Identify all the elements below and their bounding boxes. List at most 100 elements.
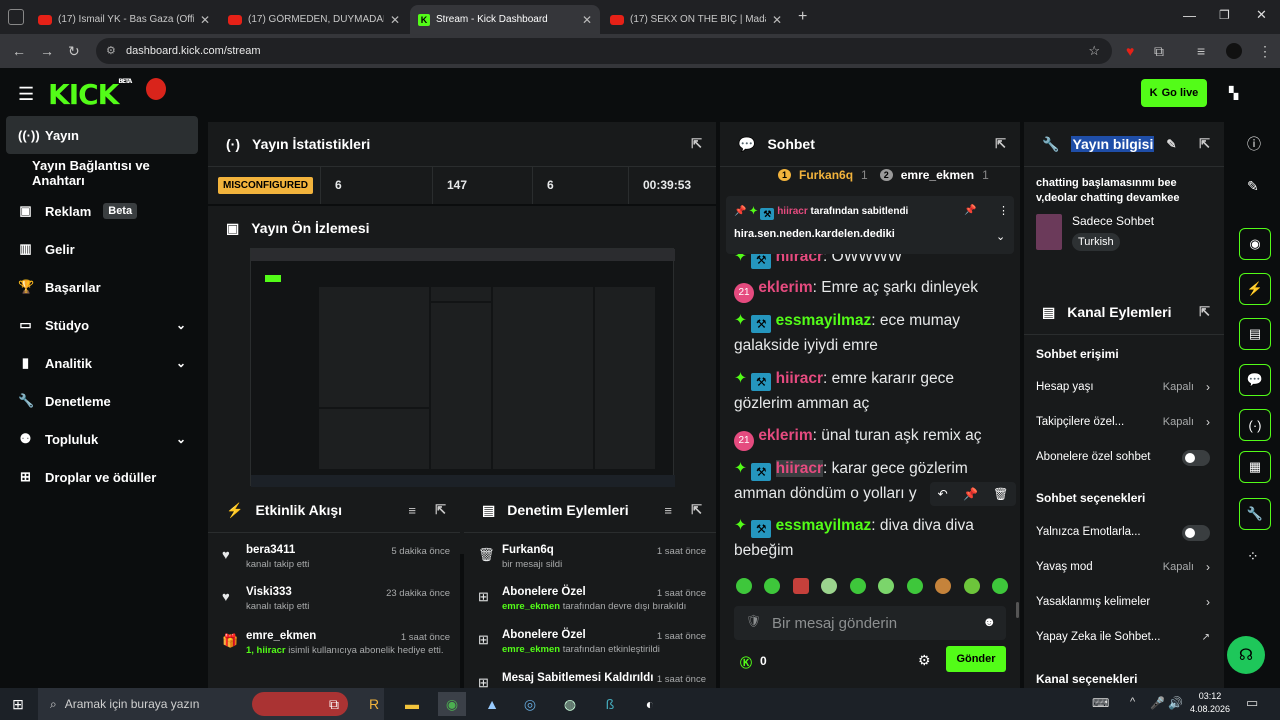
chat-message[interactable]: 21 eklerim: ünal turan aşk remix aç [734,423,1004,451]
emote-icon[interactable] [849,578,866,594]
unpin-icon[interactable]: 📌 [964,205,976,216]
minimize-icon[interactable]: — [1183,8,1196,23]
sidebar-item-reklam[interactable]: ▣ Reklam Beta [0,192,204,230]
windows-start-icon[interactable]: ⊞ [4,692,32,716]
chevron-down-icon[interactable]: ⌄ [996,230,1005,243]
keyboard-icon[interactable]: ⌨ [1092,696,1109,710]
emote-icon[interactable] [906,578,923,594]
popout-icon[interactable]: ⇱ [691,136,702,152]
chrome-icon[interactable]: ◉ [438,692,466,716]
chat-scrollbar[interactable] [1016,602,1019,618]
popout-icon[interactable]: ⇱ [691,502,702,518]
stream-preview-video[interactable] [250,248,675,487]
popout-icon[interactable]: ⇱ [1199,304,1210,320]
close-icon[interactable]: ✕ [772,13,782,27]
chat-username[interactable]: essmayilmaz [776,517,872,534]
back-icon[interactable]: ← [12,43,26,59]
sidebar-item-studyo[interactable]: ▭ Stüdyo ⌄ [0,306,204,344]
support-headset-icon[interactable]: ☊ [1227,636,1265,674]
close-icon[interactable]: ✕ [582,13,592,27]
rail-broadcast-button[interactable]: (·) [1239,409,1271,441]
emote-icon[interactable] [736,578,752,594]
chat-username[interactable]: hiiracr [775,460,824,477]
sidebar-item-basarilar[interactable]: 🏆 Başarılar [0,268,204,306]
send-button[interactable]: Gönder [946,646,1006,672]
apps-icon[interactable]: ⁘ [1247,548,1259,565]
sidebar-item-gelir[interactable]: ▥ Gelir [0,230,204,268]
emote-icon[interactable] [878,578,895,594]
emote-icon[interactable] [991,578,1008,594]
notifications-icon[interactable]: ▭ [1246,695,1258,711]
chat-message[interactable]: ✦ ⚒ hiiracr: emre kararır gece gözlerim … [734,366,1004,416]
gear-icon[interactable]: ⚙ [918,652,931,669]
reply-icon[interactable]: ↶ [938,487,948,501]
top-chatter[interactable]: emre_ekmen [901,168,974,182]
more-options-icon[interactable]: ⋮ [998,204,1009,217]
chat-message[interactable]: 21 eklerim: Emre aç şarkı dinleyek [734,275,1004,303]
popout-icon[interactable]: ⇱ [435,502,446,518]
close-icon[interactable]: ✕ [390,13,400,27]
app-icon[interactable]: ▲ [478,692,506,716]
sidebar-item-stream-key[interactable]: Yayın Bağlantısı ve Anahtarı [0,154,204,192]
tab-search-icon[interactable] [8,9,24,25]
new-tab-icon[interactable]: + [798,8,807,26]
browser-tab-active[interactable]: K Stream - Kick Dashboard ✕ [410,5,600,34]
setting-ai-moderation[interactable]: Yapay Zeka ile Sohbet... ↗ [1036,631,1212,643]
sidebar-item-analitik[interactable]: ▮ Analitik ⌄ [0,344,204,382]
info-icon[interactable]: ⓘ [1247,134,1261,154]
chat-input[interactable]: 🛡 Bir mesaj gönderin ☻ [734,606,1006,640]
chat-username[interactable]: hiiracr [776,370,823,387]
address-bar[interactable]: ⚙ dashboard.kick.com/stream ☆ [96,38,1112,64]
pinned-by-user[interactable]: hiiracr [777,206,808,217]
language-tag[interactable]: Turkish [1072,233,1120,251]
sidebar-item-topluluk[interactable]: ⚉ Topluluk ⌄ [0,420,204,458]
sidebar-item-droplar[interactable]: ⊞ Droplar ve ödüller [0,458,204,496]
forward-icon[interactable]: → [40,43,54,59]
gift-recipient[interactable]: 1, hiiracr [246,645,286,656]
setting-banned-words[interactable]: Yasaklanmış kelimeler › [1036,595,1212,609]
profile-avatar-icon[interactable] [1226,43,1242,59]
steam-icon[interactable]: ◍ [556,692,584,716]
rail-wrench-button[interactable]: 🔧 [1239,498,1271,530]
media-control-icon[interactable]: ≡ [1197,43,1205,59]
volume-icon[interactable]: 🔊 [1168,696,1183,710]
rail-bolt-button[interactable]: ⚡ [1239,273,1271,305]
category-thumbnail[interactable] [1036,214,1062,250]
channel-points[interactable]: Ⓚ 0 [740,654,767,671]
extension-shield-icon[interactable]: ♥ [1126,43,1134,59]
browser-tab-4[interactable]: (17) SEKX ON THE BİÇ | Madara ✕ [602,5,790,34]
rail-document-button[interactable]: ▤ [1239,318,1271,350]
hamburger-menu-icon[interactable]: ☰ [18,84,34,105]
emote-icon[interactable] [764,578,781,594]
discord-icon[interactable]: ◎ [516,692,544,716]
sidebar-item-yayin[interactable]: ((·)) Yayın [6,116,198,154]
pin-icon[interactable]: 📌 [963,487,978,501]
obs-icon[interactable]: ◐ [636,692,664,716]
clock[interactable]: 03:12 4.08.2026 [1188,690,1232,716]
browser-tab-2[interactable]: (17) GÖRMEDEN, DUYMADAN ✕ [220,5,408,34]
category-name[interactable]: Sadece Sohbet [1072,214,1154,228]
chat-username[interactable]: essmayilmaz [776,312,872,329]
browser-tab-1[interactable]: (17) İsmail YK - Bas Gaza (Offici ✕ [30,5,218,34]
file-explorer-icon[interactable]: ▬ [398,692,426,716]
rail-chat-button[interactable]: 💬 [1239,364,1271,396]
pencil-icon[interactable]: ✎ [1166,137,1176,151]
chat-message[interactable]: ✦ ⚒ essmayilmaz: diva diva diva bebeğim [734,513,1004,563]
chat-message[interactable]: ✦ ⚒ essmayilmaz: ece mumay galakside iyi… [734,308,1004,358]
emoji-icon[interactable]: ☻ [982,614,996,629]
rail-camera-button[interactable]: ◉ [1239,228,1271,260]
setting-followers-only[interactable]: Takipçilere özel... Kapalı › [1036,415,1212,429]
filter-icon[interactable]: ≡ [664,503,672,518]
subscribers-only-toggle[interactable] [1182,450,1210,466]
microphone-icon[interactable]: 🎤 [1150,696,1165,710]
task-view-icon[interactable]: ⧉ [320,692,348,716]
emote-only-toggle[interactable] [1182,525,1210,541]
setting-account-age[interactable]: Hesap yaşı Kapalı › [1036,380,1212,394]
reload-icon[interactable]: ↻ [68,43,80,60]
close-icon[interactable]: ✕ [200,13,210,27]
emote-icon[interactable] [935,578,952,594]
emote-icon[interactable] [963,578,980,594]
pinned-message[interactable]: 📌 ✦ ⚒ hiiracr tarafından sabitlendi hira… [726,196,1014,254]
chevron-up-icon[interactable]: ^ [1130,696,1135,708]
filter-icon[interactable]: ≡ [408,503,416,518]
